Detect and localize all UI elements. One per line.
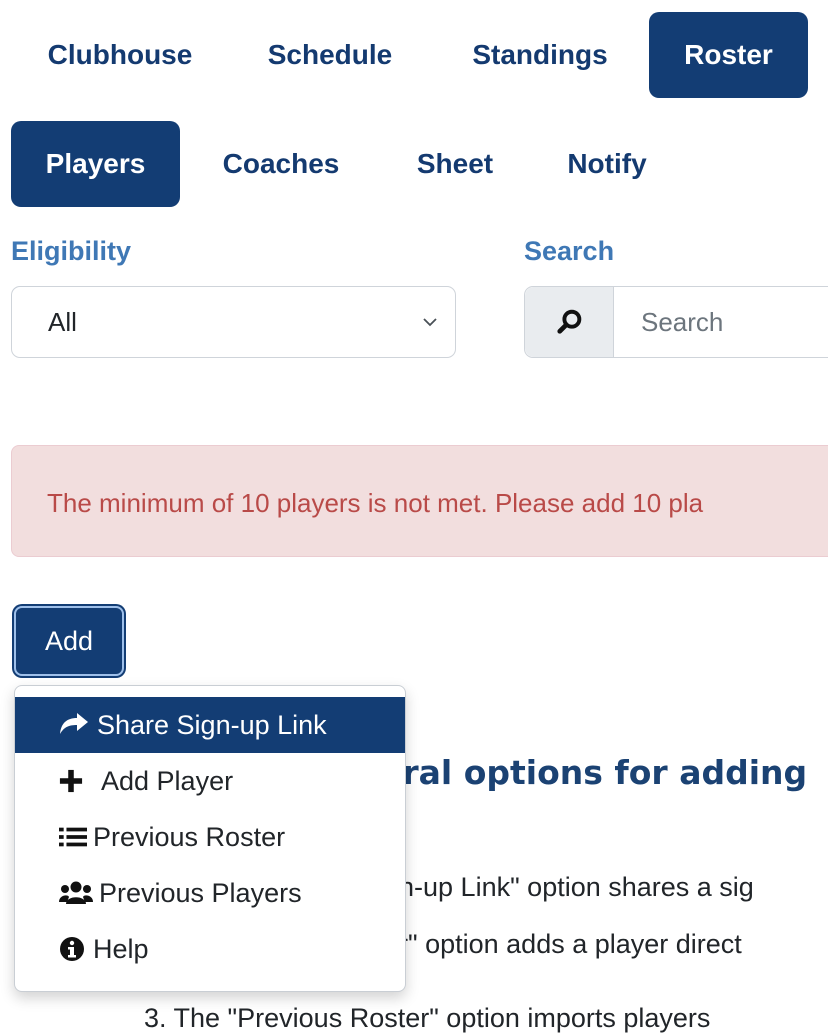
alert-text: The minimum of 10 players is not met. Pl… bbox=[47, 488, 704, 518]
menu-item-label: Previous Roster bbox=[93, 821, 286, 852]
tab-label: Clubhouse bbox=[47, 39, 193, 70]
menu-item-share-signup-link[interactable]: Share Sign-up Link bbox=[15, 697, 405, 753]
add-button[interactable]: Add bbox=[14, 606, 124, 676]
eligibility-value: All bbox=[48, 307, 77, 337]
menu-item-previous-players[interactable]: Previous Players bbox=[15, 865, 405, 921]
tab-notify[interactable]: Notify bbox=[547, 121, 667, 207]
tab-schedule[interactable]: Schedule bbox=[240, 12, 420, 98]
tab-label: Notify bbox=[567, 148, 647, 179]
tab-label: Schedule bbox=[267, 39, 393, 70]
info-icon bbox=[60, 937, 84, 961]
tab-label: Coaches bbox=[222, 148, 340, 179]
share-icon bbox=[60, 713, 88, 734]
content-line: 3. The "Previous Roster" option imports … bbox=[144, 1003, 711, 1033]
search-label: Search bbox=[524, 236, 615, 266]
eligibility-select[interactable]: All bbox=[11, 286, 456, 358]
min-players-alert: The minimum of 10 players is not met. Pl… bbox=[11, 445, 828, 557]
tab-roster[interactable]: Roster bbox=[649, 12, 808, 98]
plus-icon bbox=[59, 769, 83, 793]
menu-item-label: Add Player bbox=[101, 765, 234, 796]
content-line: er" option adds a player direct bbox=[384, 929, 742, 959]
menu-item-label: Previous Players bbox=[99, 877, 302, 908]
add-menu: Share Sign-up Link Add Player Previous R… bbox=[14, 685, 406, 992]
menu-item-previous-roster[interactable]: Previous Roster bbox=[15, 809, 405, 865]
search-group bbox=[524, 286, 828, 358]
menu-item-help[interactable]: Help bbox=[15, 921, 405, 977]
menu-item-label: Share Sign-up Link bbox=[97, 709, 327, 740]
tab-coaches[interactable]: Coaches bbox=[196, 121, 366, 207]
chevron-down-icon bbox=[423, 318, 437, 327]
search-addon bbox=[525, 287, 614, 357]
add-button-label: Add bbox=[44, 625, 94, 656]
tab-label: Sheet bbox=[416, 148, 494, 179]
search-icon bbox=[557, 309, 582, 334]
tab-label: Players bbox=[45, 148, 146, 179]
content-line: gn-up Link" option shares a sig bbox=[384, 872, 754, 902]
tab-standings[interactable]: Standings bbox=[448, 12, 632, 98]
list-icon bbox=[59, 827, 87, 847]
tab-sheet[interactable]: Sheet bbox=[395, 121, 515, 207]
menu-item-label: Help bbox=[93, 933, 149, 964]
menu-item-add-player[interactable]: Add Player bbox=[15, 753, 405, 809]
users-icon bbox=[59, 881, 93, 904]
tab-clubhouse[interactable]: Clubhouse bbox=[14, 12, 226, 98]
tab-label: Roster bbox=[684, 39, 773, 70]
eligibility-label: Eligibility bbox=[11, 236, 132, 266]
tab-players[interactable]: Players bbox=[11, 121, 180, 207]
tab-label: Standings bbox=[472, 39, 608, 70]
search-input[interactable] bbox=[614, 287, 828, 357]
options-heading: eral options for adding bbox=[380, 753, 808, 792]
